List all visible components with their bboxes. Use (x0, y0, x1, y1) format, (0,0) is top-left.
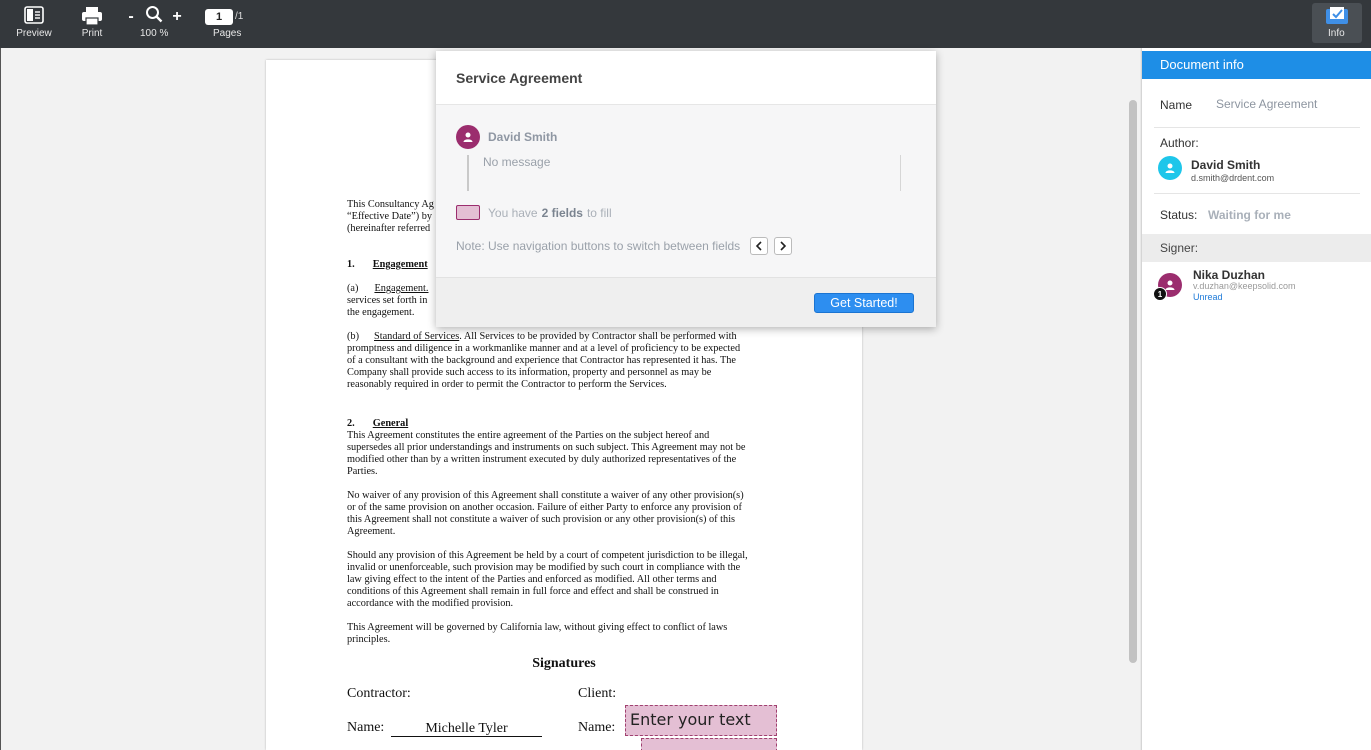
note-text: Note: Use navigation buttons to switch b… (456, 239, 741, 253)
navigation-note: Note: Use navigation buttons to switch b… (456, 237, 793, 255)
signer-status: Unread (1193, 292, 1223, 302)
contractor-label: Contractor: (347, 686, 411, 701)
info-label: Info (1328, 28, 1345, 39)
signer-name: Nika Duzhan (1193, 268, 1266, 282)
fields-prefix: You have (488, 205, 538, 220)
preview-icon (24, 6, 44, 29)
page-number-input[interactable]: 1 (205, 9, 233, 25)
zoom-value: 100 % (140, 28, 169, 39)
author-label: Author: (1160, 136, 1199, 150)
author-avatar (1158, 156, 1182, 180)
preview-button[interactable]: Preview (10, 0, 58, 48)
section-2-heading: 2. General (347, 418, 409, 429)
chevron-right-icon[interactable] (774, 237, 793, 255)
sender-message: No message (483, 155, 551, 169)
section-2-paragraph-3: Should any provision of this Agreement b… (347, 550, 748, 609)
client-label: Client: (578, 686, 617, 701)
name-value: Service Agreement (1216, 97, 1318, 111)
dialog-footer: Get Started! (436, 277, 936, 327)
preview-label: Preview (16, 28, 52, 39)
document-info-panel: Document info Name Service Agreement Aut… (1141, 48, 1371, 750)
fields-count: 2 fields (541, 205, 583, 220)
zoom-icon[interactable] (145, 5, 163, 28)
panel-header: Document info (1142, 51, 1371, 79)
info-button[interactable]: Info (1312, 3, 1362, 43)
signer-order-badge: 1 (1153, 287, 1167, 301)
sender-name: David Smith (488, 130, 558, 144)
zoom-in-button[interactable]: + (170, 8, 184, 26)
client-name-field[interactable]: Enter your text (625, 705, 777, 736)
status-label: Status: (1160, 208, 1198, 222)
print-button[interactable]: Print (72, 0, 112, 48)
info-icon (1325, 7, 1349, 30)
section-2-paragraph-4: This Agreement will be governed by Calif… (347, 622, 728, 645)
print-label: Print (81, 28, 103, 39)
get-started-button[interactable]: Get Started! (814, 293, 914, 313)
sender-row: David Smith (456, 125, 557, 149)
client-signature-field[interactable] (641, 738, 777, 750)
signatures-title: Signatures (532, 656, 596, 671)
signer-email: v.duzhan@keepsolid.com (1193, 281, 1296, 291)
toolbar: Preview Print - + 100 % 1 /1 Pages Info (0, 0, 1371, 48)
service-agreement-dialog: Service Agreement David Smith No message… (436, 51, 936, 327)
chevron-left-icon[interactable] (750, 237, 769, 255)
message-divider-right (900, 155, 901, 191)
status-value: Waiting for me (1208, 208, 1291, 222)
zoom-out-button[interactable]: - (124, 8, 138, 26)
pages-label: Pages (213, 28, 242, 39)
contractor-name-label: Name: (347, 720, 385, 735)
field-placeholder: Enter your text (630, 710, 751, 729)
section-2-paragraph-2: No waiver of any provision of this Agree… (347, 490, 744, 537)
divider (1154, 193, 1360, 194)
divider (1154, 127, 1360, 128)
sender-avatar (456, 125, 480, 149)
signer-section-header: Signer: (1142, 234, 1371, 262)
zoom-control: - + 100 % (124, 0, 184, 48)
author-name: David Smith (1191, 158, 1261, 172)
client-name-label: Name: (578, 720, 616, 735)
field-swatch-icon (456, 205, 480, 220)
author-email: d.smith@drdent.com (1191, 173, 1275, 183)
name-label: Name (1160, 98, 1193, 112)
section-2-paragraph-1: This Agreement constitutes the entire ag… (347, 430, 746, 477)
fields-suffix: to fill (586, 205, 612, 220)
dialog-title: Service Agreement (436, 51, 936, 105)
page-navigator: 1 /1 Pages (200, 0, 252, 48)
contractor-name-value: Michelle Tyler (391, 722, 542, 737)
document-scrollbar[interactable] (1129, 100, 1137, 663)
message-divider (467, 155, 469, 191)
fields-to-fill: You have 2 fields to fill (456, 205, 612, 220)
page-total: /1 (235, 11, 244, 22)
section-1b-paragraph: (b) Standard of Services. All Services to… (347, 331, 741, 390)
